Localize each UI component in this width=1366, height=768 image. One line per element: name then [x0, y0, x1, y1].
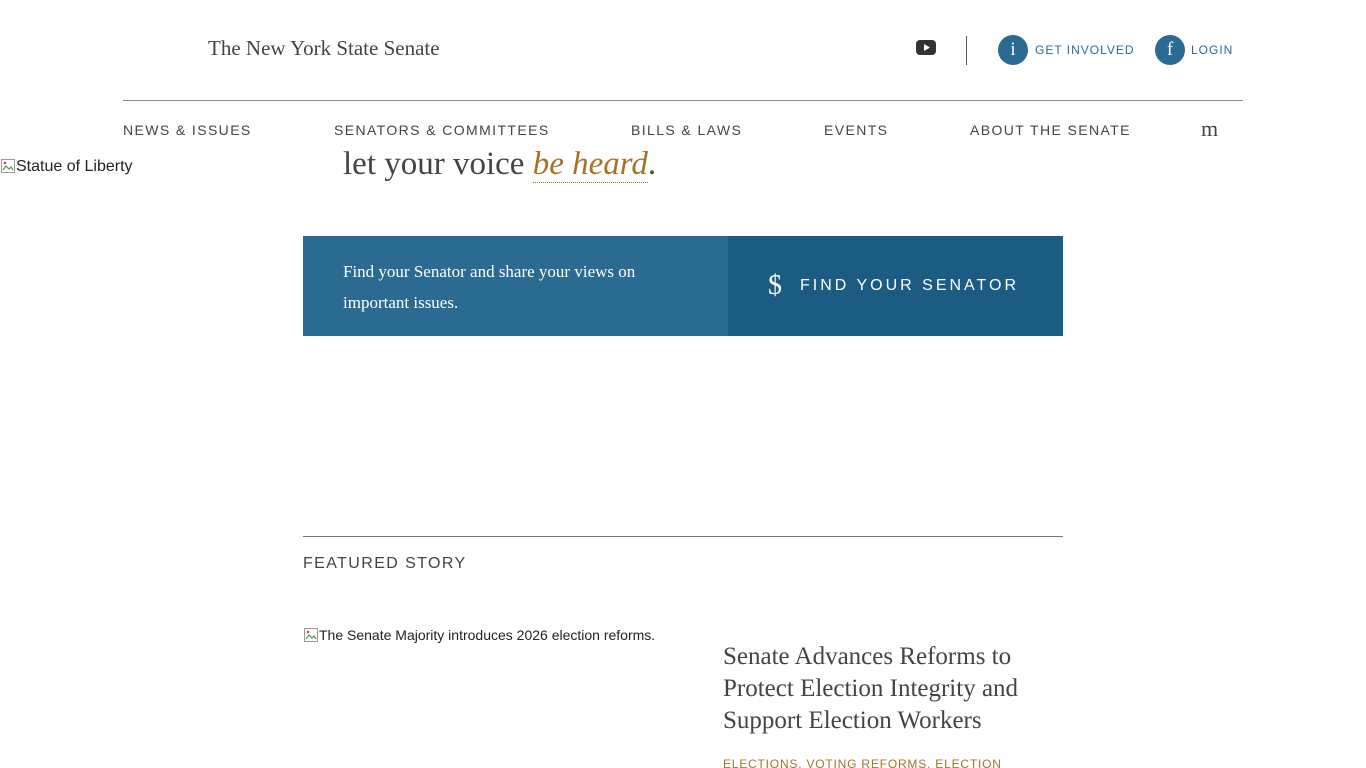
hero-heading: let your voice be heard. — [343, 146, 656, 183]
story-title[interactable]: Senate Advances Reforms to Protect Elect… — [723, 641, 1053, 737]
site-title[interactable]: The New York State Senate — [208, 36, 440, 61]
nav-news-issues[interactable]: NEWS & ISSUES — [123, 122, 252, 138]
hero-heading-prefix: let your voice — [343, 146, 533, 182]
broken-image-icon — [304, 628, 318, 642]
menu-icon[interactable]: m — [1201, 116, 1218, 142]
nav-about-senate[interactable]: ABOUT THE SENATE — [970, 122, 1131, 138]
dollar-icon: $ — [768, 270, 782, 301]
nav-events[interactable]: EVENTS — [824, 122, 888, 138]
story-tags[interactable]: ELECTIONS, VOTING REFORMS, ELECTION — [723, 757, 1063, 768]
nav-bills-laws[interactable]: BILLS & LAWS — [631, 122, 742, 138]
hero-heading-suffix: . — [647, 146, 657, 182]
login-icon[interactable]: f — [1155, 35, 1185, 65]
header-rule — [123, 100, 1243, 101]
get-involved-link[interactable]: GET INVOLVED — [1035, 43, 1135, 57]
login-link[interactable]: LOGIN — [1191, 43, 1233, 57]
find-senator-button[interactable]: $ FIND YOUR SENATOR — [728, 236, 1063, 336]
broken-image-icon — [1, 159, 15, 173]
hero-image-alt: Statue of Liberty — [16, 158, 133, 175]
featured-rule — [303, 536, 1063, 537]
youtube-icon[interactable] — [916, 40, 936, 55]
find-senator-label: FIND YOUR SENATOR — [800, 277, 1020, 294]
featured-image[interactable]: The Senate Majority introduces 2026 elec… — [303, 627, 655, 643]
header-divider — [966, 36, 967, 65]
cta-text: Find your Senator and share your views o… — [303, 236, 728, 336]
nav-senators-committees[interactable]: SENATORS & COMMITTEES — [334, 122, 550, 138]
hero-heading-accent[interactable]: be heard — [532, 146, 648, 183]
featured-label: FEATURED STORY — [303, 555, 467, 572]
find-senator-cta: Find your Senator and share your views o… — [303, 236, 1063, 336]
featured-image-alt: The Senate Majority introduces 2026 elec… — [319, 627, 656, 643]
hero-image: Statue of Liberty — [0, 158, 133, 176]
info-icon[interactable]: i — [998, 35, 1028, 65]
